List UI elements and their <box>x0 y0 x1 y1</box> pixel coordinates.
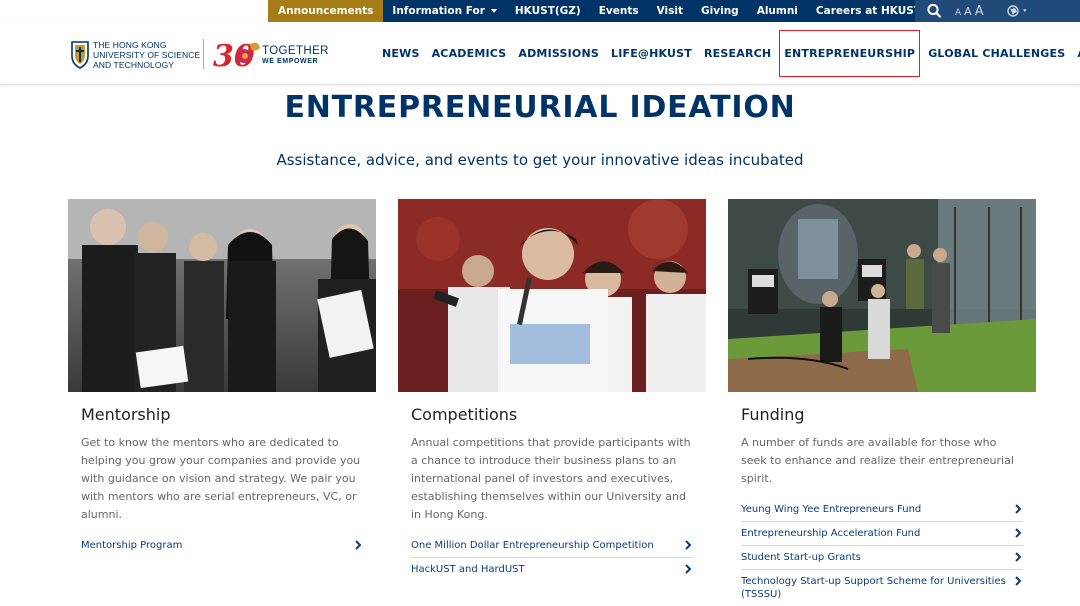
link-label: Mentorship Program <box>81 540 183 551</box>
link-label: One Million Dollar Entrepreneurship Comp… <box>411 540 654 551</box>
link-label: Yeung Wing Yee Entrepreneurs Fund <box>741 504 922 515</box>
hkust-gz-link[interactable]: HKUST(GZ) <box>506 0 590 22</box>
funding-image <box>728 199 1036 392</box>
competitions-card: Competitions Annual competitions that pr… <box>398 199 706 581</box>
mentorship-image <box>68 199 376 392</box>
student-startup-grants-link[interactable]: Student Start-up Grants <box>741 546 1023 570</box>
announcements-link[interactable]: Announcements <box>268 0 384 22</box>
nav-about[interactable]: ABOUT <box>1071 47 1080 60</box>
card-title: Funding <box>741 405 805 424</box>
logo-divider <box>203 39 204 69</box>
top-utility-bar: Announcements Information For HKUST(GZ) … <box>0 0 1080 22</box>
information-for-label: Information For <box>392 5 485 17</box>
nav-admissions[interactable]: ADMISSIONS <box>512 47 605 60</box>
card-links: One Million Dollar Entrepreneurship Comp… <box>411 534 693 581</box>
nav-research[interactable]: RESEARCH <box>698 47 777 60</box>
chevron-down-icon <box>490 9 497 13</box>
competitions-image <box>398 199 706 392</box>
chevron-right-icon <box>1015 504 1022 514</box>
card-description: A number of funds are available for thos… <box>741 436 1014 485</box>
card-links: Yeung Wing Yee Entrepreneurs Fund Entrep… <box>741 498 1023 606</box>
chevron-right-icon <box>685 564 692 574</box>
card-title: Mentorship <box>81 405 171 424</box>
chevron-right-icon <box>1015 552 1022 562</box>
search-icon[interactable] <box>923 0 947 22</box>
nav-academics[interactable]: ACADEMICS <box>426 47 513 60</box>
chevron-right-icon <box>1015 576 1022 586</box>
mentorship-photo <box>68 199 376 392</box>
link-label: HackUST and HardUST <box>411 564 525 575</box>
slogan-line-1: TOGETHER <box>262 45 329 57</box>
slogan-line-2: WE EMPOWER <box>262 58 319 65</box>
acceleration-fund-link[interactable]: Entrepreneurship Acceleration Fund <box>741 522 1023 546</box>
utility-tools: AAA <box>915 0 1080 22</box>
globe-icon <box>1006 5 1027 17</box>
logo-line-1: THE HONG KONG <box>93 40 167 50</box>
nav-news[interactable]: NEWS <box>376 47 426 60</box>
language-menu[interactable] <box>1005 0 1031 22</box>
page-title: ENTREPRENEURIAL IDEATION <box>284 90 796 125</box>
card-links: Mentorship Program <box>81 534 363 557</box>
university-name: THE HONG KONG UNIVERSITY OF SCIENCE AND … <box>93 40 200 70</box>
university-crest-icon <box>71 41 89 69</box>
alumni-link[interactable]: Alumni <box>748 0 807 22</box>
visit-link[interactable]: Visit <box>648 0 692 22</box>
font-size-controls: AAA <box>955 4 987 19</box>
mentorship-program-link[interactable]: Mentorship Program <box>81 534 363 557</box>
funding-card: Funding A number of funds are available … <box>728 199 1036 606</box>
funding-photo <box>728 199 1036 392</box>
nav-entrepreneurship[interactable]: ENTREPRENEURSHIP <box>779 30 921 77</box>
30th-anniversary-logo: 30 <box>213 39 260 70</box>
giving-link[interactable]: Giving <box>692 0 748 22</box>
card-description: Annual competitions that provide partici… <box>411 436 691 521</box>
careers-link[interactable]: Careers at HKUST <box>807 0 930 22</box>
font-size-large-button[interactable]: A <box>975 4 987 19</box>
chevron-right-icon <box>1015 528 1022 538</box>
information-for-menu[interactable]: Information For <box>383 0 505 22</box>
one-million-dollar-competition-link[interactable]: One Million Dollar Entrepreneurship Comp… <box>411 534 693 558</box>
link-label: Student Start-up Grants <box>741 552 861 563</box>
hkust-logo[interactable]: THE HONG KONG UNIVERSITY OF SCIENCE AND … <box>70 38 328 72</box>
link-label: Entrepreneurship Acceleration Fund <box>741 528 921 539</box>
font-size-medium-button[interactable]: A <box>964 5 975 18</box>
card-title: Competitions <box>411 405 518 424</box>
nav-global-challenges[interactable]: GLOBAL CHALLENGES <box>922 47 1071 60</box>
together-we-empower-slogan: TOGETHER WE EMPOWER <box>262 45 329 66</box>
card-description: Get to know the mentors who are dedicate… <box>81 436 361 521</box>
mentorship-card: Mentorship Get to know the mentors who a… <box>68 199 376 557</box>
font-size-small-button[interactable]: A <box>955 8 964 18</box>
yeung-wing-yee-fund-link[interactable]: Yeung Wing Yee Entrepreneurs Fund <box>741 498 1023 522</box>
site-header: THE HONG KONG UNIVERSITY OF SCIENCE AND … <box>0 22 1080 85</box>
page-subtitle: Assistance, advice, and events to get yo… <box>276 151 804 169</box>
hackust-hardust-link[interactable]: HackUST and HardUST <box>411 558 693 581</box>
logo-line-2: UNIVERSITY OF SCIENCE <box>93 50 201 60</box>
events-link[interactable]: Events <box>590 0 648 22</box>
nav-life-at-hkust[interactable]: LIFE@HKUST <box>605 47 698 60</box>
logo-line-3: AND TECHNOLOGY <box>93 60 175 70</box>
competitions-photo <box>398 199 706 392</box>
main-navigation: NEWS ACADEMICS ADMISSIONS LIFE@HKUST RES… <box>376 22 1080 85</box>
tsssu-link[interactable]: Technology Start-up Support Scheme for U… <box>741 570 1023 606</box>
link-label: Technology Start-up Support Scheme for U… <box>741 576 1006 600</box>
chevron-right-icon <box>355 540 362 550</box>
chevron-right-icon <box>685 540 692 550</box>
